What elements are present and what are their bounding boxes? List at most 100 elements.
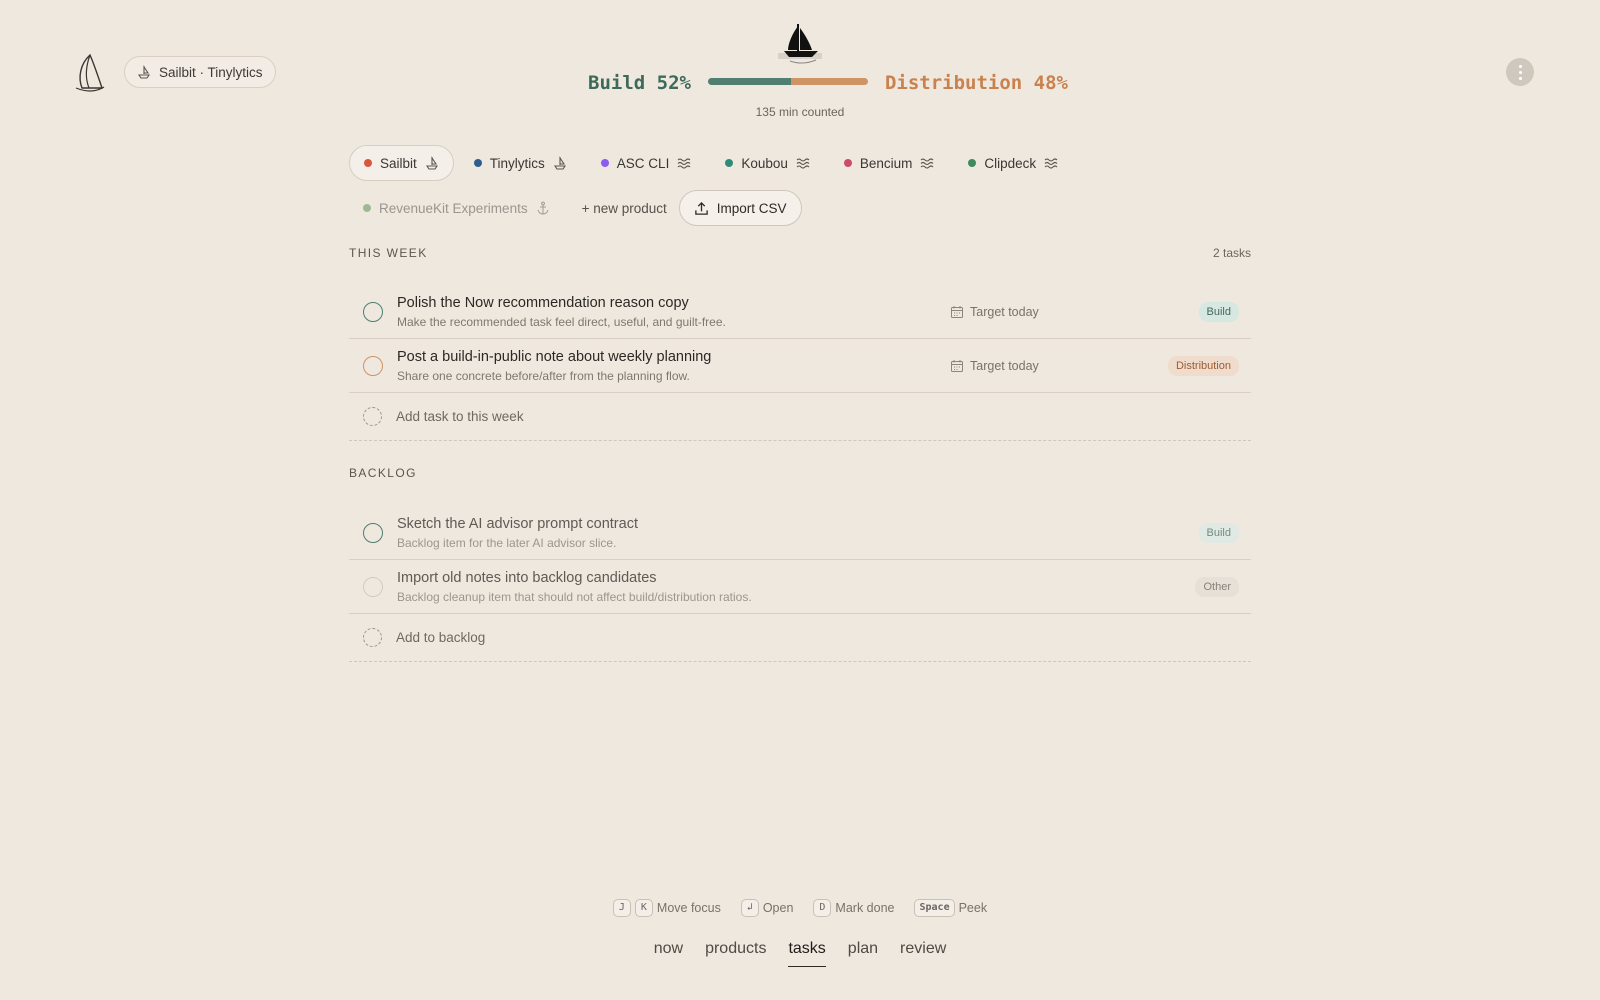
task-title: Polish the Now recommendation reason cop… — [397, 294, 689, 311]
task-row[interactable]: Import old notes into backlog candidates… — [349, 560, 1251, 614]
task-category-tag: Distribution — [1167, 355, 1239, 376]
task-target: Target today — [950, 359, 1039, 373]
shortcut-mark-done: D Mark done — [813, 899, 894, 917]
anchor-icon — [537, 201, 549, 215]
nav-plan[interactable]: plan — [848, 940, 878, 967]
task-target: Target today — [950, 305, 1039, 319]
task-complete-toggle[interactable] — [363, 576, 383, 597]
keyboard-shortcuts-bar: J K Move focus ↲ Open D Mark done Space … — [0, 899, 1600, 917]
add-backlog-label: Add to backlog — [396, 630, 486, 645]
product-chip-label: RevenueKit Experiments — [379, 200, 528, 216]
bottom-nav: now products tasks plan review — [0, 940, 1600, 967]
waves-icon — [677, 158, 691, 169]
task-subtitle: Backlog cleanup item that should not aff… — [397, 589, 752, 604]
shortcut-label: Open — [762, 901, 794, 915]
key-enter: ↲ — [740, 899, 759, 917]
import-csv-label: Import CSV — [716, 200, 787, 216]
product-color-dot — [968, 159, 977, 167]
task-target-label: Target today — [970, 358, 1039, 373]
nav-products[interactable]: products — [705, 940, 766, 967]
shortcut-label: Peek — [958, 901, 988, 915]
shortcut-open: ↲ Open — [740, 899, 794, 917]
task-complete-toggle[interactable] — [363, 355, 383, 376]
backlog-section: BACKLOG Sketch the AI advisor prompt con… — [349, 463, 1251, 662]
ratio-bar — [708, 78, 868, 85]
task-category-tag: Build — [1198, 522, 1239, 543]
calendar-icon — [951, 359, 963, 372]
add-to-backlog-row[interactable]: Add to backlog — [349, 614, 1251, 662]
product-chip-clipdeck[interactable]: Clipdeck — [954, 145, 1072, 181]
boat-icon — [137, 65, 151, 79]
product-chip-sailbit[interactable]: Sailbit — [349, 145, 454, 181]
add-task-this-week-row[interactable]: Add task to this week — [349, 393, 1251, 441]
task-title: Import old notes into backlog candidates — [397, 569, 657, 586]
task-row[interactable]: Post a build-in-public note about weekly… — [349, 339, 1251, 393]
calendar-icon — [951, 305, 963, 318]
task-complete-toggle[interactable] — [363, 301, 383, 322]
task-subtitle: Share one concrete before/after from the… — [397, 368, 690, 383]
product-chip-label: Sailbit — [380, 155, 417, 171]
breadcrumb-label: Sailbit · Tinylytics — [159, 64, 263, 80]
task-complete-toggle[interactable] — [363, 522, 383, 543]
upload-icon — [694, 201, 708, 215]
import-csv-button[interactable]: Import CSV — [678, 190, 802, 226]
waves-icon — [796, 158, 810, 169]
task-title: Post a build-in-public note about weekly… — [397, 348, 712, 365]
key-space: Space — [914, 899, 955, 917]
product-chip-label: Koubou — [741, 155, 788, 171]
product-color-dot — [363, 204, 371, 212]
more-menu-button[interactable] — [1506, 58, 1534, 86]
breadcrumb-pill[interactable]: Sailbit · Tinylytics — [124, 56, 276, 88]
backlog-title: BACKLOG — [349, 466, 417, 480]
minutes-counted: 135 min counted — [755, 105, 845, 119]
nav-tasks[interactable]: tasks — [788, 940, 826, 967]
product-chip-asc-cli[interactable]: ASC CLI — [587, 145, 706, 181]
more-vertical-icon — [1518, 63, 1522, 81]
product-chip-label: Clipdeck — [984, 155, 1037, 171]
shortcut-peek: Space Peek — [914, 899, 987, 917]
new-product-button[interactable]: + new product — [570, 201, 679, 216]
add-task-label: Add task to this week — [396, 409, 524, 424]
shortcut-label: Move focus — [656, 901, 721, 915]
product-chip-revenuekit-experiments[interactable]: RevenueKit Experiments — [349, 190, 564, 226]
product-chip-row: Sailbit Tinylytics ASC CLI Koubou Bencium Cli… — [349, 145, 1249, 181]
nav-now[interactable]: now — [654, 940, 683, 967]
task-row[interactable]: Sketch the AI advisor prompt contract Ba… — [349, 506, 1251, 560]
waves-icon — [921, 158, 934, 169]
product-chips: Sailbit Tinylytics ASC CLI Koubou Bencium Cli… — [349, 145, 1249, 226]
task-row[interactable]: Polish the Now recommendation reason cop… — [349, 285, 1251, 339]
add-task-circle-icon — [363, 407, 382, 426]
key-j: J — [612, 899, 631, 917]
product-chip-label: Bencium — [859, 155, 913, 171]
key-k: K — [634, 899, 653, 917]
task-category-tag: Other — [1195, 576, 1239, 597]
shortcut-label: Mark done — [835, 901, 895, 915]
this-week-title: THIS WEEK — [349, 246, 428, 260]
task-title: Sketch the AI advisor prompt contract — [397, 515, 638, 532]
key-d: D — [813, 899, 832, 917]
nav-review[interactable]: review — [900, 940, 946, 967]
product-color-dot — [364, 159, 372, 167]
boat-icon — [425, 156, 438, 170]
boat-icon — [553, 156, 566, 170]
product-chip-row: RevenueKit Experiments + new product Imp… — [349, 190, 1249, 226]
task-target-label: Target today — [970, 304, 1039, 319]
waves-icon — [1044, 158, 1058, 169]
ratio-bar-build — [708, 78, 792, 85]
product-chip-koubou[interactable]: Koubou — [711, 145, 824, 181]
product-color-dot — [843, 159, 852, 167]
this-week-section: THIS WEEK 2 tasks Polish the Now recomme… — [349, 243, 1251, 441]
this-week-count: 2 tasks — [1212, 246, 1251, 260]
distribution-percent: Distribution 48% — [884, 72, 1068, 94]
product-color-dot — [725, 159, 734, 167]
product-color-dot — [600, 159, 609, 167]
add-task-circle-icon — [363, 628, 382, 647]
sail-logo-icon[interactable] — [72, 52, 106, 92]
product-chip-bencium[interactable]: Bencium — [830, 145, 949, 181]
product-chip-tinylytics[interactable]: Tinylytics — [460, 145, 581, 181]
task-subtitle: Make the recommended task feel direct, u… — [397, 314, 726, 329]
task-subtitle: Backlog item for the later AI advisor sl… — [397, 535, 617, 550]
ratio-bar-distribution — [791, 78, 868, 85]
sailboat-illustration-icon — [778, 24, 822, 64]
build-percent: Build 52% — [588, 72, 691, 94]
